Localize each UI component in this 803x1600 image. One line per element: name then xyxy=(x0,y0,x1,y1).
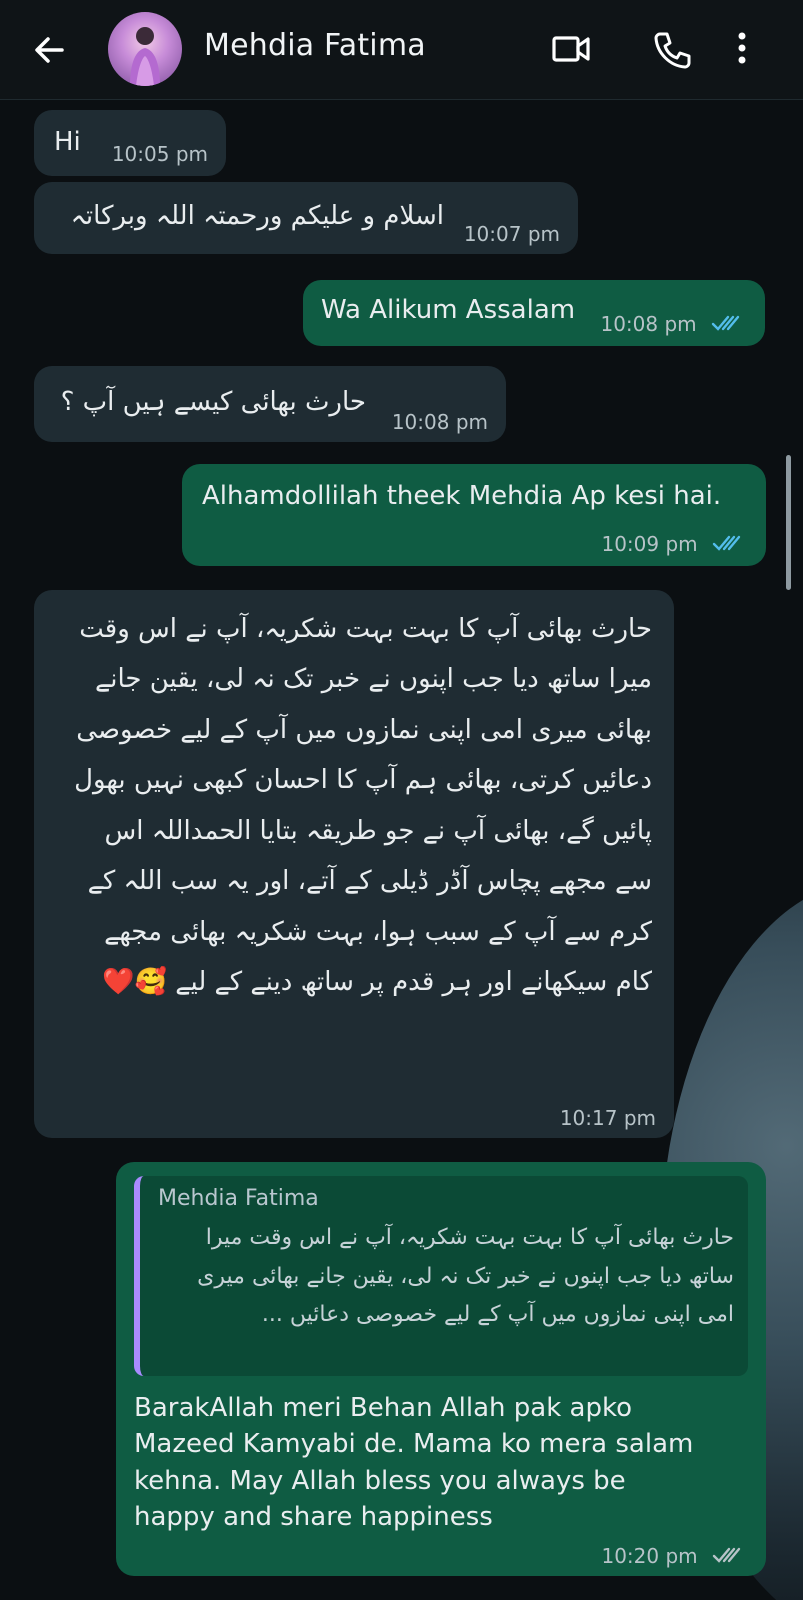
scrollbar[interactable] xyxy=(786,455,791,590)
chat-header: Mehdia Fatima xyxy=(0,0,803,100)
message-time: 10:05 pm xyxy=(111,142,208,166)
message-text: Alhamdollilah theek Mehdia Ap kesi hai. xyxy=(202,481,722,511)
message-time: 10:08 pm xyxy=(391,410,488,434)
message-time-label: 10:20 pm xyxy=(601,1544,698,1568)
incoming-message[interactable]: Hi 10:05 pm xyxy=(34,110,226,176)
video-call-icon[interactable] xyxy=(548,26,596,74)
quoted-sender-name: Mehdia Fatima xyxy=(158,1186,319,1211)
message-time: 10:08 pm xyxy=(600,312,747,336)
message-time: 10:07 pm xyxy=(463,222,560,246)
quoted-message[interactable]: Mehdia Fatima حارث بھائی آپ کا بہت بہت ش… xyxy=(134,1176,748,1376)
message-time: 10:17 pm xyxy=(559,1106,656,1130)
double-check-icon xyxy=(711,315,740,331)
incoming-message[interactable]: حارث بھائی آپ کا بہت بہت شکریہ، آپ نے اس… xyxy=(34,590,674,1138)
back-arrow-icon[interactable] xyxy=(28,28,72,72)
contact-name[interactable]: Mehdia Fatima xyxy=(204,28,426,63)
message-text: اسلام و علیکم ورحمتہ اللہ وبرکاتہ xyxy=(70,201,444,231)
chat-area[interactable]: Hi 10:05 pm اسلام و علیکم ورحمتہ اللہ وب… xyxy=(0,100,803,1600)
more-options-icon[interactable] xyxy=(730,26,778,74)
phone-icon[interactable] xyxy=(648,26,696,74)
message-text: Wa Alikum Assalam xyxy=(321,295,576,325)
message-time-label: 10:08 pm xyxy=(600,312,697,336)
incoming-message[interactable]: حارث بھائی کیسے ہیں آپ ؟ 10:08 pm xyxy=(34,366,506,442)
incoming-message[interactable]: اسلام و علیکم ورحمتہ اللہ وبرکاتہ 10:07 … xyxy=(34,182,578,254)
double-check-icon xyxy=(712,535,741,551)
message-time-label: 10:09 pm xyxy=(601,532,698,556)
outgoing-message[interactable]: Mehdia Fatima حارث بھائی آپ کا بہت بہت ش… xyxy=(116,1162,766,1576)
outgoing-message[interactable]: Wa Alikum Assalam 10:08 pm xyxy=(303,280,765,346)
avatar[interactable] xyxy=(108,12,182,86)
message-text: حارث بھائی کیسے ہیں آپ ؟ xyxy=(60,387,366,417)
message-text: حارث بھائی آپ کا بہت بہت شکریہ، آپ نے اس… xyxy=(74,614,652,998)
message-time: 10:20 pm xyxy=(601,1544,748,1568)
double-check-icon xyxy=(712,1547,741,1563)
message-time: 10:09 pm xyxy=(601,532,748,556)
message-text: BarakAllah meri Behan Allah pak apko Maz… xyxy=(134,1393,702,1533)
quoted-text: حارث بھائی آپ کا بہت بہت شکریہ، آپ نے اس… xyxy=(197,1225,734,1327)
message-text: Hi xyxy=(54,127,81,157)
outgoing-message[interactable]: Alhamdollilah theek Mehdia Ap kesi hai. … xyxy=(182,464,766,566)
